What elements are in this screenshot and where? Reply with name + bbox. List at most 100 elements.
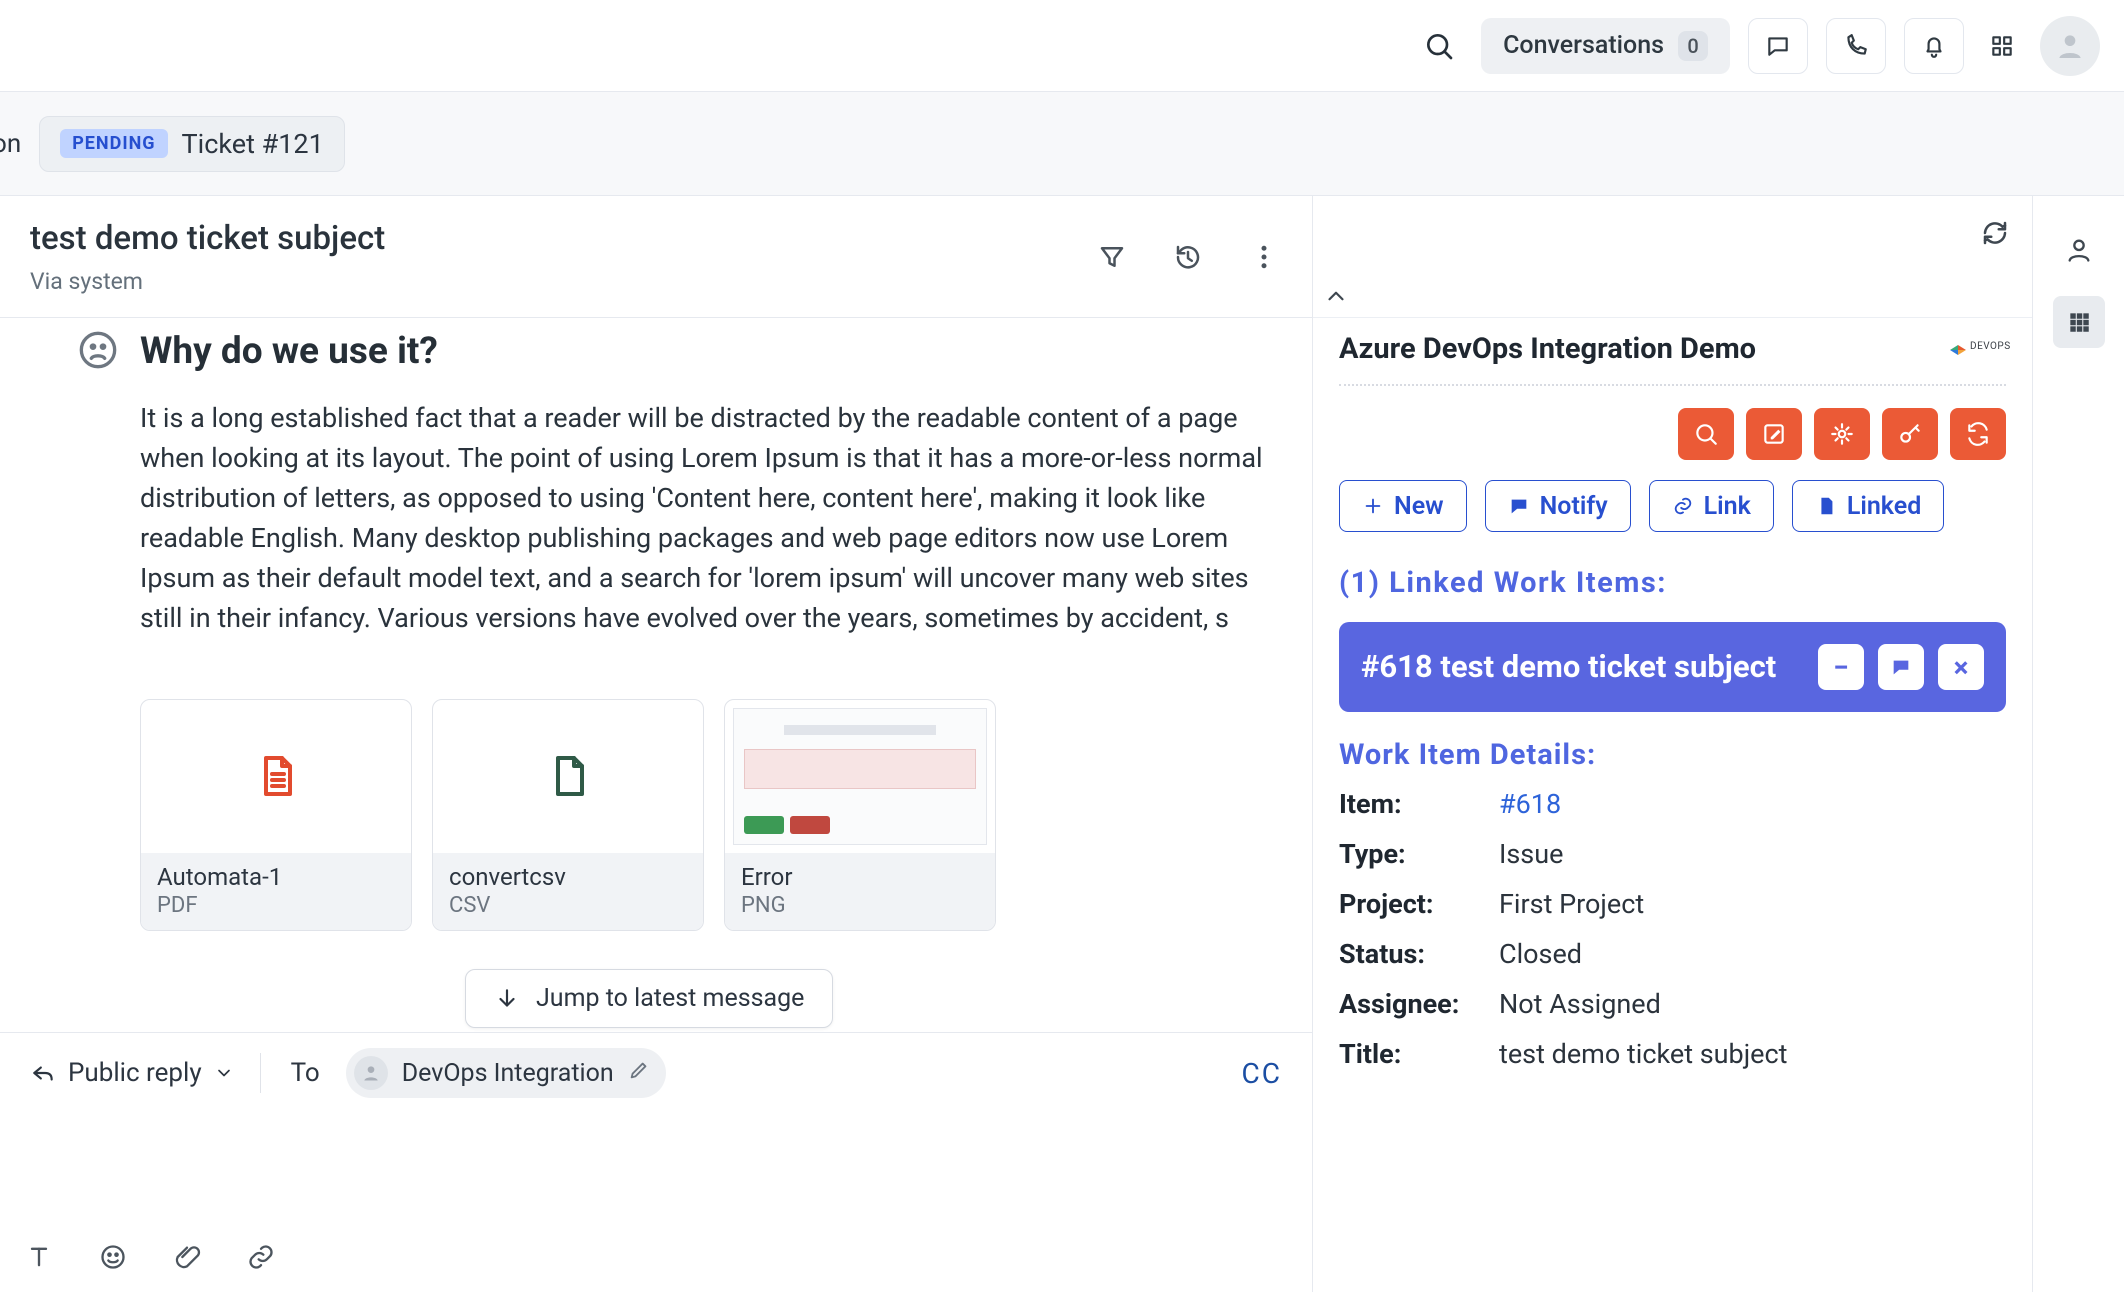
detail-value-item[interactable]: #618: [1499, 788, 2006, 820]
new-workitem-button[interactable]: New: [1339, 480, 1467, 532]
contact-rail-button[interactable]: [2053, 224, 2105, 276]
linked-section-title: (1) Linked Work Items:: [1339, 566, 2006, 600]
compose-toolbar: [22, 1240, 278, 1274]
ticket-subject: test demo ticket subject: [30, 219, 1094, 258]
profile-avatar[interactable]: [2040, 16, 2100, 76]
workitem-details: Item: #618 Type: Issue Project: First Pr…: [1339, 788, 2006, 1070]
attachment-name: Error: [741, 863, 979, 891]
detail-key-item: Item:: [1339, 788, 1499, 820]
attachment-type: PDF: [157, 893, 395, 918]
key-icon: [1897, 421, 1923, 447]
person-icon: [361, 1063, 381, 1083]
detail-value-assignee: Not Assigned: [1499, 988, 2006, 1020]
reply-mode-selector[interactable]: Public reply: [30, 1058, 234, 1088]
panel-edit-button[interactable]: [1746, 408, 1802, 460]
recipient-chip[interactable]: DevOps Integration: [346, 1048, 666, 1098]
divider: [260, 1053, 261, 1093]
ticket-via: Via system: [30, 268, 1094, 295]
pencil-icon: [628, 1059, 650, 1081]
emoji-button[interactable]: [96, 1240, 130, 1274]
image-thumbnail: [733, 708, 987, 845]
edit-recipient-button[interactable]: [628, 1059, 650, 1088]
linked-workitem-title: #618 test demo ticket subject: [1361, 646, 1802, 688]
attachment-name: convertcsv: [449, 863, 687, 891]
person-outline-icon: [2065, 236, 2093, 264]
pencil-square-icon: [1761, 421, 1787, 447]
link-icon: [247, 1243, 275, 1271]
gear-icon: [1829, 421, 1855, 447]
reply-bar: Public reply To DevOps Integration CC: [0, 1032, 1312, 1292]
comment-workitem-button[interactable]: [1878, 644, 1924, 690]
attachment-card[interactable]: Error PNG: [724, 699, 996, 931]
panel-search-button[interactable]: [1678, 408, 1734, 460]
details-section-title: Work Item Details:: [1339, 738, 2006, 772]
panel-settings-button[interactable]: [1814, 408, 1870, 460]
message-body: It is a long established fact that a rea…: [140, 399, 1270, 639]
search-icon: [1423, 30, 1455, 62]
format-text-button[interactable]: [22, 1240, 56, 1274]
notify-button[interactable]: Notify: [1485, 480, 1631, 532]
history-icon: [1173, 242, 1203, 272]
chevron-down-icon: [214, 1063, 234, 1083]
detail-value-project: First Project: [1499, 888, 2006, 920]
search-icon: [1693, 421, 1719, 447]
apps-button[interactable]: [1982, 18, 2022, 74]
comment-icon: [1890, 656, 1912, 678]
document-icon: [1815, 495, 1837, 517]
notifications-button[interactable]: [1904, 18, 1964, 74]
linked-workitem-card[interactable]: #618 test demo ticket subject − ×: [1339, 622, 2006, 712]
cc-button[interactable]: CC: [1242, 1057, 1282, 1090]
messages-button[interactable]: [1748, 18, 1808, 74]
text-icon: [25, 1243, 53, 1271]
right-rail: [2032, 196, 2124, 1292]
conversations-button[interactable]: Conversations 0: [1481, 18, 1730, 74]
conversations-label: Conversations: [1503, 31, 1664, 60]
detail-value-type: Issue: [1499, 838, 2006, 870]
global-search-button[interactable]: [1423, 30, 1455, 62]
recipient-avatar: [354, 1056, 388, 1090]
reply-mode-label: Public reply: [68, 1058, 202, 1088]
insert-link-button[interactable]: [244, 1240, 278, 1274]
calls-button[interactable]: [1826, 18, 1886, 74]
detail-key-assignee: Assignee:: [1339, 988, 1499, 1020]
paperclip-icon: [173, 1243, 201, 1271]
detail-key-status: Status:: [1339, 938, 1499, 970]
remove-workitem-button[interactable]: ×: [1938, 644, 1984, 690]
attach-button[interactable]: [170, 1240, 204, 1274]
attachment-card[interactable]: Automata-1 PDF: [140, 699, 412, 931]
breadcrumb-bar: on PENDING Ticket #121: [0, 92, 2124, 196]
panel-sync-button[interactable]: [1950, 408, 2006, 460]
phone-icon: [1843, 33, 1869, 59]
attachment-name: Automata-1: [157, 863, 395, 891]
recipient-name: DevOps Integration: [402, 1059, 614, 1088]
more-button[interactable]: [1246, 239, 1282, 275]
smile-icon: [99, 1243, 127, 1271]
collapse-workitem-button[interactable]: −: [1818, 644, 1864, 690]
refresh-panel-button[interactable]: [1980, 218, 2010, 252]
panel-key-button[interactable]: [1882, 408, 1938, 460]
refresh-icon: [1980, 218, 2010, 248]
attachment-type: CSV: [449, 893, 687, 918]
detail-value-title: test demo ticket subject: [1499, 1038, 2006, 1070]
detail-key-title: Title:: [1339, 1038, 1499, 1070]
linked-button[interactable]: Linked: [1792, 480, 1944, 532]
ticket-breadcrumb-chip[interactable]: PENDING Ticket #121: [39, 116, 345, 172]
arrow-down-icon: [494, 986, 520, 1012]
panel-title: Azure DevOps Integration Demo: [1339, 332, 1756, 366]
panel-toolbar: [1339, 408, 2006, 460]
detail-key-project: Project:: [1339, 888, 1499, 920]
conversations-count: 0: [1678, 31, 1708, 61]
link-button[interactable]: Link: [1649, 480, 1774, 532]
jump-to-latest-button[interactable]: Jump to latest message: [465, 969, 833, 1028]
devops-logo: [1950, 339, 2006, 359]
attachment-card[interactable]: convertcsv CSV: [432, 699, 704, 931]
file-icon: [544, 752, 592, 800]
filter-button[interactable]: [1094, 239, 1130, 275]
pdf-file-icon: [252, 752, 300, 800]
status-badge: PENDING: [60, 129, 167, 158]
reply-icon: [30, 1060, 56, 1086]
message-heading: Why do we use it?: [140, 330, 1282, 373]
apps-rail-button[interactable]: [2053, 296, 2105, 348]
collapse-panel-button[interactable]: [1313, 274, 2032, 318]
history-button[interactable]: [1170, 239, 1206, 275]
